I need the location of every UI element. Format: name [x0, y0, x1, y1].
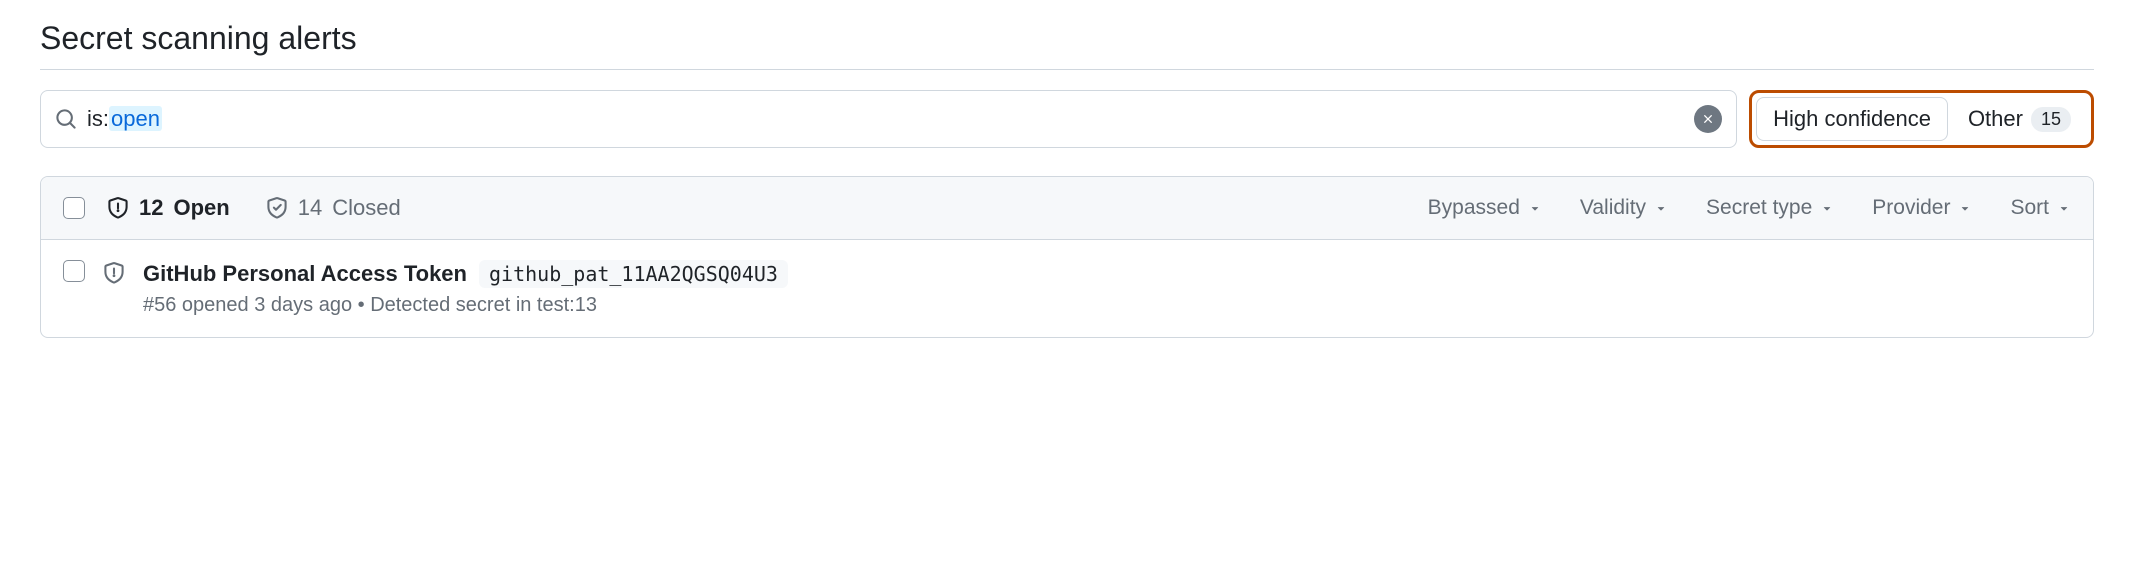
search-query: is:open — [87, 106, 1684, 132]
shield-alert-icon — [103, 262, 125, 284]
alerts-list: 12 Open 14 Closed Bypassed Validity — [40, 176, 2094, 338]
page-title: Secret scanning alerts — [40, 20, 2094, 70]
filter-sort-label: Sort — [2010, 196, 2049, 220]
open-count: 12 — [139, 195, 163, 221]
caret-down-icon — [1528, 201, 1542, 215]
list-header: 12 Open 14 Closed Bypassed Validity — [41, 177, 2093, 240]
other-count-badge: 15 — [2031, 107, 2071, 132]
filter-provider-label: Provider — [1872, 196, 1950, 220]
filter-validity[interactable]: Validity — [1580, 196, 1668, 220]
shield-check-icon — [266, 197, 288, 219]
other-tab[interactable]: Other 15 — [1952, 98, 2087, 140]
search-row: is:open High confidence Other 15 — [40, 90, 2094, 148]
filter-bypassed[interactable]: Bypassed — [1428, 196, 1542, 220]
closed-tab[interactable]: 14 Closed — [266, 195, 401, 221]
filter-sort[interactable]: Sort — [2010, 196, 2071, 220]
open-label: Open — [173, 195, 229, 221]
high-confidence-tab[interactable]: High confidence — [1756, 97, 1948, 141]
filter-bar: Bypassed Validity Secret type Provider S… — [1428, 196, 2071, 220]
closed-count: 14 — [298, 195, 322, 221]
high-confidence-label: High confidence — [1773, 106, 1931, 132]
search-qualifier-key: is: — [87, 106, 109, 131]
filter-provider[interactable]: Provider — [1872, 196, 1972, 220]
other-label: Other — [1968, 106, 2023, 132]
search-icon — [55, 108, 77, 130]
alert-token: github_pat_11AA2QGSQ04U3 — [479, 260, 788, 288]
filter-secret-type-label: Secret type — [1706, 196, 1812, 220]
open-tab[interactable]: 12 Open — [107, 195, 230, 221]
alert-main: GitHub Personal Access Token github_pat_… — [143, 260, 2071, 317]
search-input[interactable]: is:open — [40, 90, 1737, 148]
state-tabs: 12 Open 14 Closed — [107, 195, 401, 221]
closed-label: Closed — [332, 195, 400, 221]
alert-title: GitHub Personal Access Token — [143, 261, 467, 287]
alert-title-line: GitHub Personal Access Token github_pat_… — [143, 260, 2071, 288]
caret-down-icon — [1958, 201, 1972, 215]
caret-down-icon — [2057, 201, 2071, 215]
select-all-checkbox[interactable] — [63, 197, 85, 219]
caret-down-icon — [1820, 201, 1834, 215]
filter-validity-label: Validity — [1580, 196, 1646, 220]
shield-alert-icon — [107, 197, 129, 219]
filter-bypassed-label: Bypassed — [1428, 196, 1520, 220]
filter-secret-type[interactable]: Secret type — [1706, 196, 1834, 220]
caret-down-icon — [1654, 201, 1668, 215]
search-qualifier-value: open — [109, 106, 162, 131]
alert-checkbox[interactable] — [63, 260, 85, 282]
clear-search-button[interactable] — [1694, 105, 1722, 133]
alert-meta: #56 opened 3 days ago • Detected secret … — [143, 294, 2071, 317]
confidence-toggle: High confidence Other 15 — [1749, 90, 2094, 148]
close-icon — [1701, 112, 1715, 126]
alert-row[interactable]: GitHub Personal Access Token github_pat_… — [41, 240, 2093, 337]
